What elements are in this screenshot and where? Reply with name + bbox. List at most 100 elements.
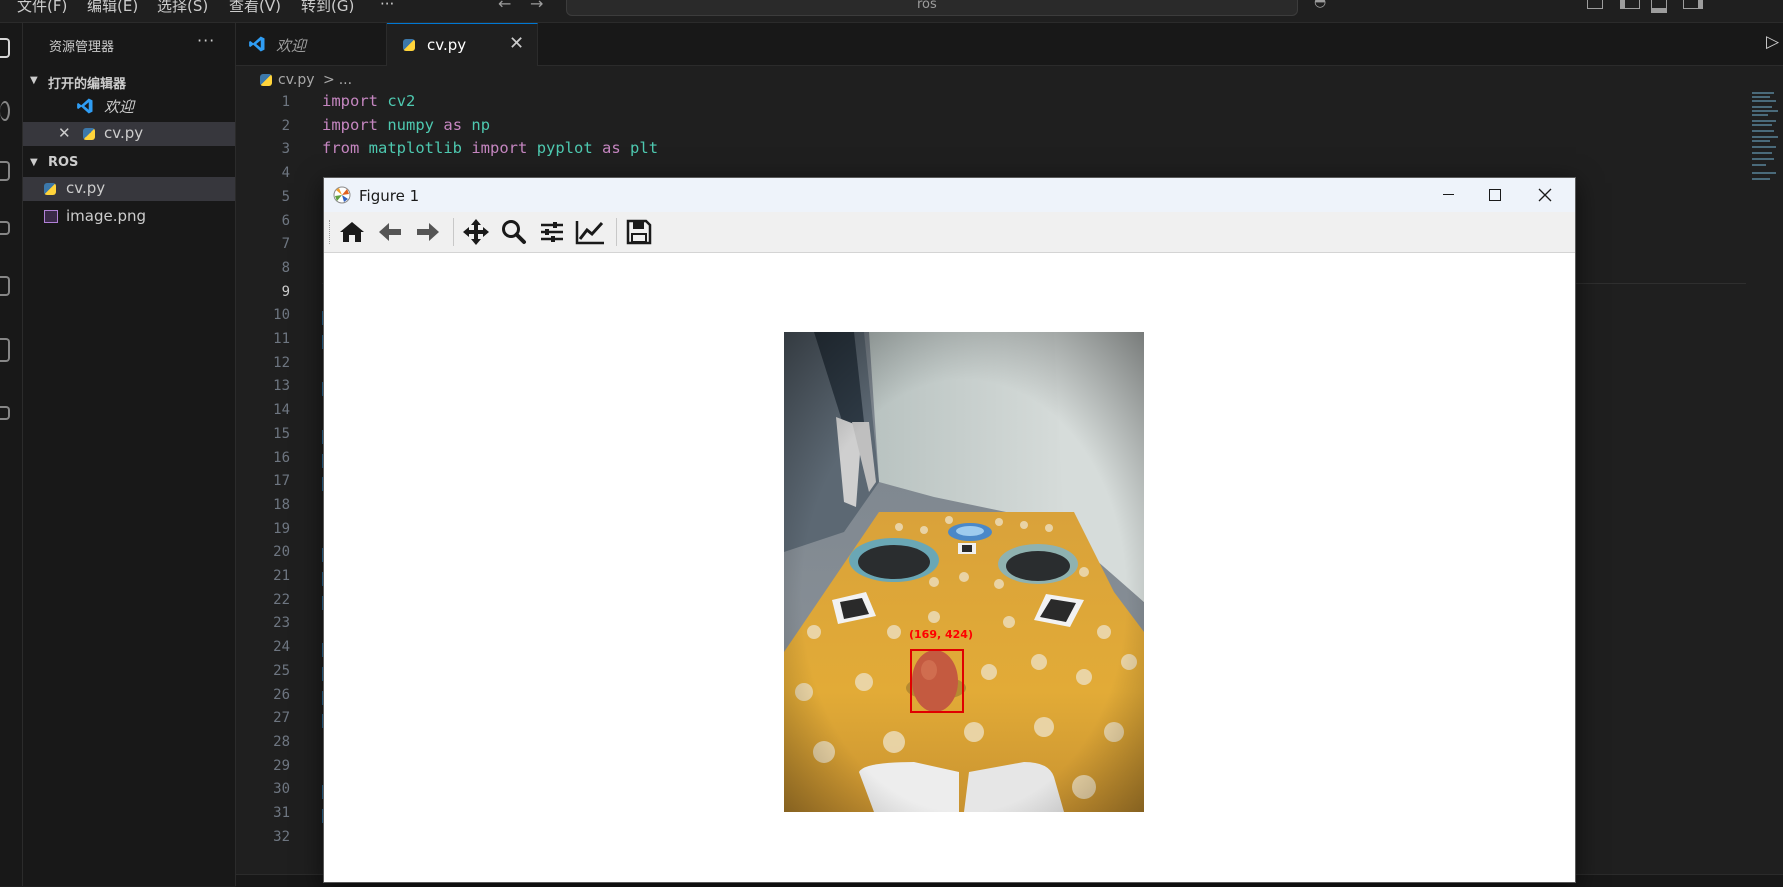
explorer-icon[interactable]: [0, 38, 10, 58]
run-icon[interactable]: ▷: [1766, 32, 1779, 52]
close-icon[interactable]: ✕: [509, 33, 524, 54]
python-icon: [44, 183, 56, 195]
close-icon: [1538, 188, 1552, 202]
command-center-search[interactable]: ros: [566, 0, 1298, 16]
menu-file[interactable]: 文件(F): [17, 0, 67, 16]
line-number: 14: [273, 402, 290, 419]
run-debug-icon[interactable]: [0, 161, 10, 181]
code-line[interactable]: import numpy as np: [322, 116, 490, 134]
line-number: 19: [273, 520, 290, 537]
search-icon[interactable]: [0, 101, 10, 121]
home-icon: [340, 222, 364, 242]
code-token: import: [471, 139, 528, 158]
figure-title: Figure 1: [359, 187, 420, 205]
code-token: matplotlib: [368, 139, 462, 158]
copilot-icon[interactable]: ◓: [1314, 0, 1326, 10]
open-editors-title[interactable]: 打开的编辑器: [48, 73, 126, 92]
edit-axis-icon: [575, 221, 604, 245]
edit-axis-button[interactable]: [574, 216, 606, 248]
line-number: 29: [273, 757, 290, 774]
line-number: 12: [273, 354, 290, 371]
file-item-image[interactable]: image.png: [23, 205, 235, 229]
close-icon[interactable]: ✕: [58, 124, 71, 142]
open-editor-item-cvpy[interactable]: ✕ cv.py: [23, 122, 235, 146]
line-number: 20: [273, 544, 290, 561]
camera-image: (169, 424): [784, 332, 1144, 812]
figure-toolbar: [324, 212, 1575, 253]
window-minimize-button[interactable]: [1426, 178, 1472, 212]
line-number: 13: [273, 378, 290, 395]
line-number: 9: [281, 283, 290, 300]
toolbar-separator: [453, 218, 454, 246]
line-number: 15: [273, 425, 290, 442]
breadcrumb-symbol[interactable]: ...: [339, 72, 352, 88]
open-editor-label: 欢迎: [104, 98, 135, 116]
testing-icon[interactable]: [0, 406, 10, 420]
code-line[interactable]: from matplotlib import pyplot as plt: [322, 139, 658, 157]
vscode-icon: [77, 98, 93, 114]
figure-canvas[interactable]: (169, 424): [324, 253, 1575, 882]
configure-subplots-button[interactable]: [536, 216, 568, 248]
menu-more[interactable]: ···: [380, 0, 394, 13]
nav-forward-icon[interactable]: →: [530, 0, 543, 13]
menu-edit[interactable]: 编辑(E): [87, 0, 138, 16]
python-icon: [83, 128, 95, 140]
detection-coordinate-label: (169, 424): [909, 628, 973, 641]
line-number: 3: [281, 141, 290, 158]
tab-welcome[interactable]: 欢迎: [236, 23, 387, 65]
detection-bounding-box: [910, 649, 964, 713]
line-number: 1: [281, 94, 290, 110]
chevron-down-icon[interactable]: ▼: [30, 75, 38, 86]
editor-tab-bar: 欢迎 cv.py ✕ ▷: [236, 23, 1783, 66]
home-button[interactable]: [336, 216, 368, 248]
scene-illustration: [784, 332, 1144, 812]
code-token: np: [471, 115, 491, 134]
configure-subplots-icon: [541, 222, 563, 242]
figure-title-bar[interactable]: Figure 1: [324, 178, 1575, 212]
menu-view[interactable]: 查看(V): [229, 0, 281, 16]
toggle-secondary-sidebar-icon[interactable]: [1683, 0, 1703, 9]
workspace-title[interactable]: ROS: [48, 155, 78, 170]
menu-selection[interactable]: 选择(S): [157, 0, 208, 16]
image-icon: [44, 210, 58, 223]
code-line[interactable]: import cv2: [322, 92, 415, 110]
file-item-cvpy[interactable]: cv.py: [23, 177, 235, 201]
code-token: from: [322, 139, 360, 158]
toggle-panel-icon[interactable]: [1651, 0, 1667, 13]
save-button[interactable]: [623, 216, 655, 248]
explorer-more-button[interactable]: ···: [197, 31, 215, 50]
forward-button[interactable]: [412, 216, 444, 248]
remote-explorer-icon[interactable]: [0, 338, 10, 362]
line-number: 11: [273, 331, 290, 347]
customize-layout-icon[interactable]: [1587, 0, 1603, 9]
toggle-sidebar-icon[interactable]: [1620, 0, 1640, 9]
explorer-sidebar: 资源管理器 ··· ▼ 打开的编辑器 欢迎 ✕ cv.py ▼ ROS cv.p…: [23, 23, 236, 886]
window-close-button[interactable]: [1522, 178, 1568, 212]
line-number: 21: [273, 568, 290, 584]
tab-cvpy[interactable]: cv.py ✕: [387, 23, 538, 66]
window-maximize-button[interactable]: [1472, 178, 1518, 212]
zoom-button[interactable]: [498, 216, 530, 248]
toolbar-grip: [329, 220, 331, 244]
line-number: 32: [273, 828, 290, 845]
minimap[interactable]: [1752, 92, 1780, 192]
line-number: 30: [273, 781, 290, 798]
line-number: 7: [281, 236, 290, 253]
breadcrumb-file[interactable]: cv.py: [278, 72, 315, 88]
open-editor-item-welcome[interactable]: 欢迎: [23, 94, 235, 118]
minimize-icon: [1443, 194, 1454, 195]
menu-go[interactable]: 转到(G): [301, 0, 354, 16]
extensions-icon[interactable]: [0, 276, 10, 296]
file-label: cv.py: [66, 179, 106, 197]
back-button[interactable]: [374, 216, 406, 248]
pan-button[interactable]: [460, 216, 492, 248]
source-control-icon[interactable]: [0, 221, 10, 235]
chevron-down-icon[interactable]: ▼: [30, 157, 38, 168]
pan-icon: [463, 219, 489, 245]
nav-back-icon[interactable]: ←: [498, 0, 511, 13]
code-token: plt: [630, 139, 659, 158]
